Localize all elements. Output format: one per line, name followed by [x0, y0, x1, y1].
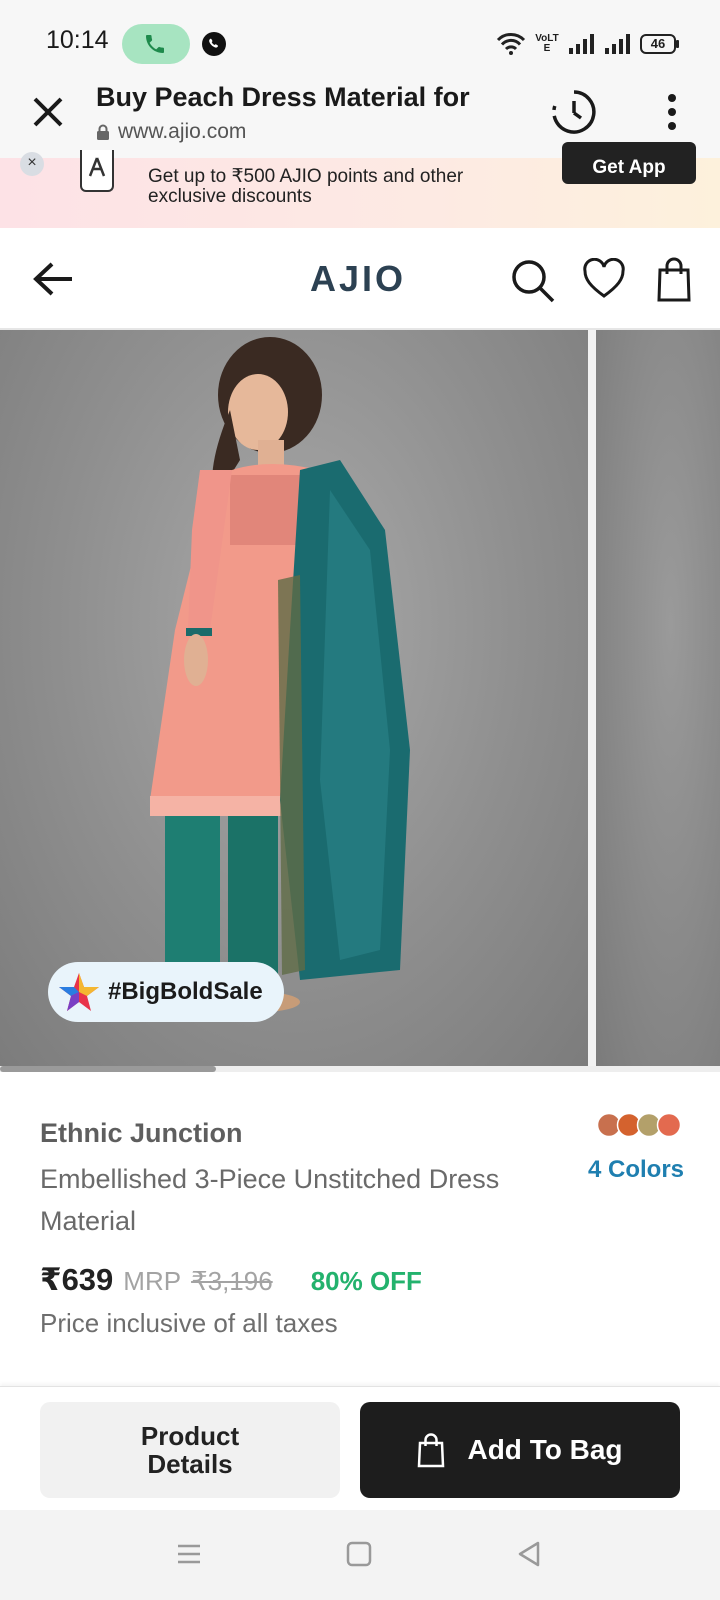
product-details-label: Product Details — [140, 1421, 240, 1479]
get-app-button[interactable]: Get App — [562, 142, 696, 184]
banner-message: Get up to ₹500 AJIO points and other exc… — [148, 166, 464, 207]
lock-icon — [97, 124, 109, 140]
page-title[interactable]: Buy Peach Dress Material for — [96, 82, 470, 113]
close-icon[interactable] — [30, 92, 66, 132]
mrp-label: MRP — [123, 1266, 182, 1296]
banner-close-button[interactable]: × — [20, 152, 44, 176]
slide-divider — [588, 330, 596, 1066]
home-icon[interactable] — [346, 1540, 372, 1568]
mrp-value: ₹3,196 — [191, 1266, 273, 1296]
colors-link[interactable]: 4 Colors — [588, 1156, 684, 1184]
shopping-bag-icon — [418, 1433, 445, 1468]
product-image-carousel[interactable] — [0, 330, 720, 1066]
battery-icon: 46 — [640, 34, 679, 54]
discount-label: 80% OFF — [310, 1266, 422, 1296]
ongoing-call-pill[interactable] — [122, 24, 190, 64]
color-swatches[interactable] — [596, 1112, 682, 1138]
recents-icon[interactable] — [176, 1542, 202, 1566]
product-details-button[interactable]: Product Details — [40, 1402, 340, 1498]
sale-tag-label: #BigBoldSale — [108, 978, 263, 1005]
model-illustration — [145, 337, 410, 1012]
url-bar[interactable]: www.ajio.com — [96, 120, 246, 144]
carousel-progress-thumb — [0, 1066, 216, 1072]
url-text: www.ajio.com — [118, 120, 247, 143]
selling-price: ₹639 — [40, 1262, 114, 1297]
signal-icon-sim1 — [569, 34, 594, 54]
heart-icon[interactable] — [582, 258, 626, 300]
color-swatch[interactable] — [656, 1112, 682, 1138]
nav-back-icon[interactable] — [516, 1540, 542, 1568]
brand-name[interactable]: Ethnic Junction — [40, 1118, 243, 1149]
shopping-bag-icon[interactable] — [656, 256, 692, 302]
wifi-icon — [496, 33, 526, 55]
more-options-icon[interactable] — [660, 92, 684, 132]
status-icons: VoLTE 46 — [496, 30, 679, 58]
whatsapp-icon — [202, 32, 226, 56]
back-arrow-icon[interactable] — [32, 260, 76, 298]
status-time: 10:14 — [46, 26, 109, 54]
product-image-next[interactable] — [596, 330, 720, 1066]
add-to-bag-label: Add To Bag — [467, 1434, 623, 1465]
tax-note: Price inclusive of all taxes — [40, 1308, 338, 1338]
add-to-bag-button[interactable]: Add To Bag — [360, 1402, 680, 1498]
product-name: Embellished 3-Piece Unstitched Dress Mat… — [40, 1164, 500, 1236]
price-row: ₹639 MRP ₹3,196 80% OFF — [40, 1262, 422, 1298]
ajio-app-icon — [80, 150, 114, 192]
phone-icon — [146, 35, 164, 53]
ajio-logo[interactable]: AJIO — [310, 258, 406, 300]
star-logo-icon — [59, 973, 99, 1011]
signal-icon-sim2 — [605, 34, 630, 54]
volte-icon: VoLTE — [535, 33, 559, 54]
sale-badge: #BigBoldSale — [48, 962, 284, 1022]
search-icon[interactable] — [510, 258, 556, 304]
product-image-main[interactable] — [0, 330, 588, 1066]
history-icon[interactable] — [550, 88, 598, 136]
